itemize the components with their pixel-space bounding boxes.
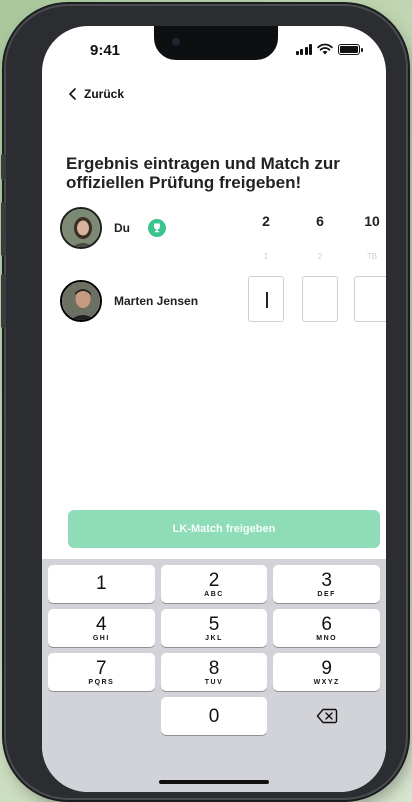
player-row-du: Du <box>60 207 166 249</box>
numeric-keyboard: 1 2 ABC 3 DEF 4 GHI 5 JKL 6 MNO 7 PQRS 8 TUV 9W… <box>42 559 386 792</box>
score-set-1: 2 <box>262 213 270 229</box>
key-8[interactable]: 8 TUV <box>160 653 268 691</box>
key-0[interactable]: 0 <box>160 697 268 735</box>
wifi-icon <box>317 43 333 55</box>
mute-switch <box>1 154 6 180</box>
key-2[interactable]: 2 ABC <box>160 565 268 603</box>
key-9[interactable]: 9 WXYZ <box>273 653 381 691</box>
volume-down-button <box>1 274 6 328</box>
score-set-2: 6 <box>316 213 324 229</box>
key-3[interactable]: 3 DEF <box>273 565 381 603</box>
status-time: 9:41 <box>90 42 121 59</box>
key-1[interactable]: 1 <box>48 565 155 603</box>
signal-icon <box>295 43 312 55</box>
score-input-tiebreak[interactable] <box>354 276 386 322</box>
key-7[interactable]: 7 PQRS <box>48 653 155 691</box>
key-4[interactable]: 4 GHI <box>48 609 155 647</box>
status-icons <box>295 43 363 55</box>
score-input-set-2[interactable] <box>302 276 338 322</box>
lk-match-release-button[interactable]: LK-Match freigeben <box>68 510 380 548</box>
backspace-key[interactable] <box>273 697 380 735</box>
set-label-tb: TB <box>366 252 378 261</box>
key-6[interactable]: 6 MNO <box>273 609 381 647</box>
avatar <box>60 280 102 322</box>
front-camera <box>172 38 180 46</box>
app-screen: 9:41 Zurück Ergebnis eintragen und Match… <box>42 26 386 792</box>
trophy-icon <box>148 219 166 237</box>
key-empty <box>48 697 155 735</box>
player-name: Du <box>114 221 130 235</box>
back-button[interactable]: Zurück <box>68 87 124 101</box>
set-label-2: 2 <box>317 252 323 261</box>
home-indicator <box>159 780 269 784</box>
volume-up-button <box>1 202 6 256</box>
chevron-left-icon <box>69 88 76 100</box>
notch <box>154 26 278 60</box>
battery-icon <box>338 43 363 55</box>
backspace-icon <box>316 708 337 724</box>
score-tiebreak: 10 <box>364 213 380 229</box>
player-row-opponent: Marten Jensen <box>60 280 198 322</box>
page-title: Ergebnis eintragen und Match zur offizie… <box>66 154 340 192</box>
player-name: Marten Jensen <box>114 294 199 308</box>
back-label: Zurück <box>84 87 125 101</box>
phone-frame: 9:41 Zurück Ergebnis eintragen und Match… <box>1 6 406 798</box>
avatar <box>60 207 102 249</box>
score-input-set-1[interactable] <box>248 276 284 322</box>
key-5[interactable]: 5 JKL <box>160 609 268 647</box>
set-label-1: 1 <box>263 252 269 261</box>
